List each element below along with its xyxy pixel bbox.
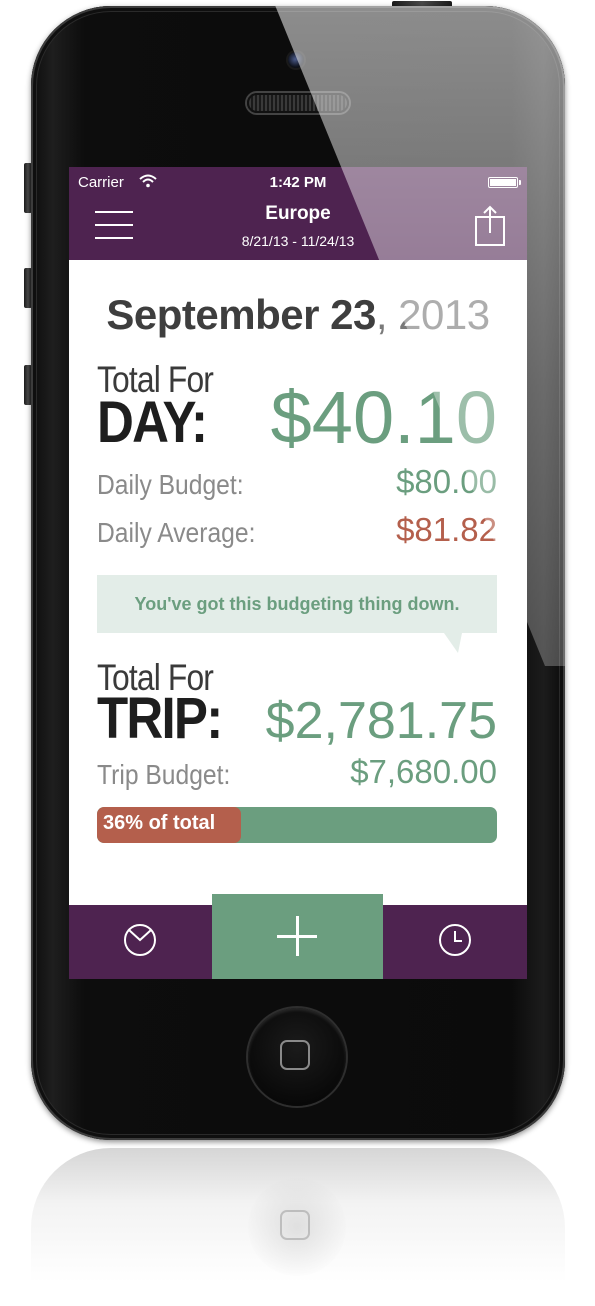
- pie-chart-icon[interactable]: [123, 923, 157, 957]
- speech-bubble-tail: [444, 633, 462, 653]
- app-screen: Carrier 1:42 PM Europe 8/21/13 - 11/24/1…: [69, 167, 527, 979]
- trip-date-range: 8/21/13 - 11/24/13: [241, 233, 355, 249]
- trip-progress-bar: 36% of total: [97, 807, 497, 843]
- trip-progress-label: 36% of total: [103, 812, 216, 834]
- daily-budget-value: $80.00: [396, 463, 497, 500]
- trip-title: Europe: [265, 203, 331, 224]
- clock-label: 1:42 PM: [269, 174, 327, 191]
- reflection-home-square: [280, 1210, 310, 1240]
- daily-average-value: $81.82: [396, 511, 497, 548]
- feedback-message: You've got this budgeting thing down.: [97, 575, 497, 633]
- trip-budget-value: $7,680.00: [350, 753, 497, 790]
- home-square-icon: [280, 1040, 310, 1070]
- clock-icon[interactable]: [438, 923, 472, 957]
- daily-budget-label: Daily Budget:: [97, 469, 244, 500]
- phone-reflection: [31, 1148, 565, 1306]
- trip-total-amount: $2,781.75: [265, 692, 497, 750]
- navigation-bar: Carrier 1:42 PM Europe 8/21/13 - 11/24/1…: [69, 167, 527, 260]
- battery-icon: [488, 177, 521, 188]
- earpiece-speaker: [247, 93, 349, 113]
- day-total-amount: $40.10: [270, 376, 497, 459]
- share-icon[interactable]: [474, 205, 506, 247]
- day-total-label: DAY:: [97, 390, 208, 455]
- daily-average-label: Daily Average:: [97, 517, 256, 548]
- status-bar: Carrier 1:42 PM: [69, 167, 527, 197]
- trip-total-label: TRIP:: [97, 686, 223, 751]
- plus-icon-vertical: [296, 916, 299, 956]
- add-expense-button[interactable]: [212, 894, 383, 979]
- trip-budget-label: Trip Budget:: [97, 759, 231, 790]
- home-button[interactable]: [248, 1008, 346, 1106]
- date-month-day: September 23: [106, 291, 376, 338]
- date-year: , 2013: [375, 291, 490, 338]
- front-camera: [288, 52, 304, 68]
- selected-date[interactable]: September 23, 2013: [69, 291, 527, 339]
